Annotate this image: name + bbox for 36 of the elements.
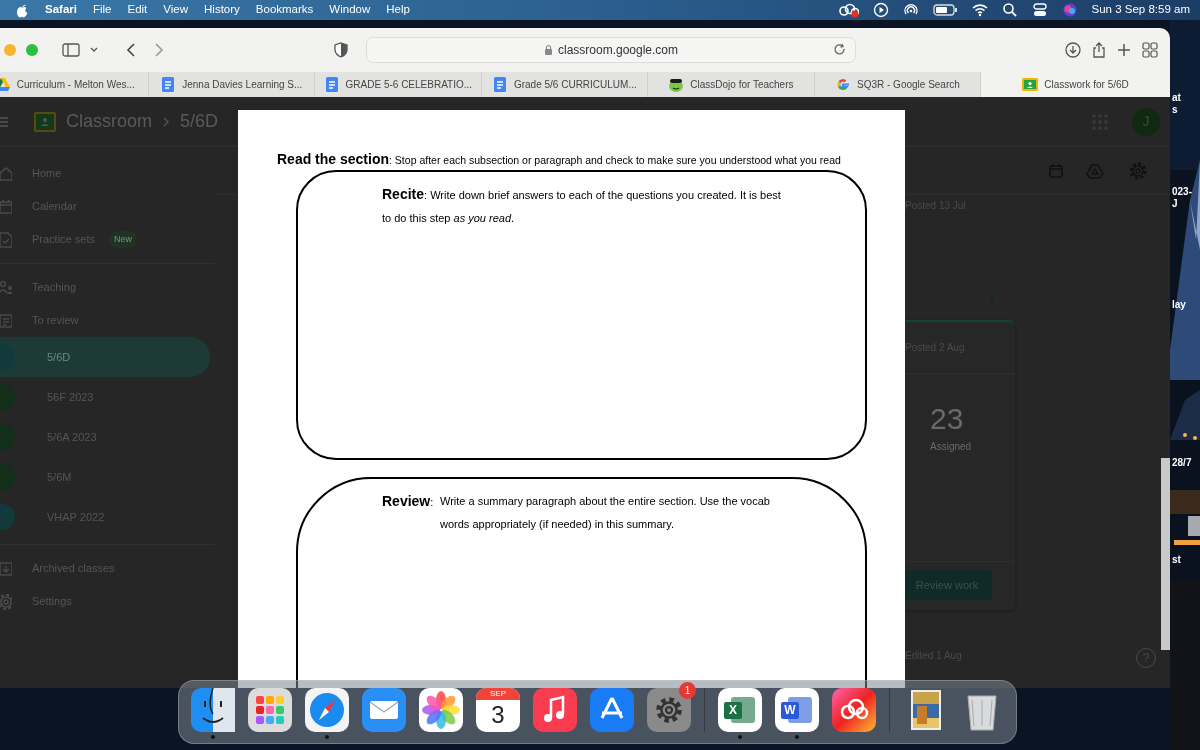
menu-item[interactable]: Edit (127, 1, 148, 19)
assigned-count: 23 (929, 404, 965, 434)
month-label: SEP (476, 688, 520, 700)
desktop-icon-label[interactable]: st (1172, 552, 1181, 567)
address-bar[interactable]: classroom.google.com (366, 37, 856, 63)
browser-tab[interactable]: Classwork for 5/6D (981, 72, 1170, 97)
menu-item[interactable]: View (163, 1, 189, 19)
new-badge: New (108, 230, 137, 249)
word-processor-app-icon[interactable]: W (775, 688, 819, 732)
desktop-icon-label[interactable]: s (1172, 102, 1178, 117)
menu-item[interactable]: Bookmarks (255, 1, 314, 19)
nav-item[interactable]: 5/6D (0, 337, 210, 377)
address-text: classroom.google.com (557, 42, 679, 59)
desktop-icon-label[interactable]: 28/7 (1172, 455, 1192, 470)
desktop-icon-label[interactable]: at (1172, 90, 1181, 105)
section-instruction: Read the section: Stop after each subsection or paragraph and check to make sure you understood what you read (277, 151, 842, 168)
menu-clock[interactable]: Sun 3 Sep 8:59 am (1091, 1, 1190, 19)
app-menu[interactable]: Safari (45, 1, 77, 19)
calendar-app-icon[interactable]: SEP 3 (476, 688, 520, 732)
desktop-icon-label[interactable]: 023- (1172, 184, 1192, 199)
spreadsheet-app-icon[interactable]: X (718, 688, 762, 732)
box-instruction: Write a summary paragraph about the entire section. Use the vocab words appropriately (if needed) in this summary. (440, 494, 771, 532)
box-label: Review: (382, 492, 435, 511)
app-letter: X (724, 702, 742, 719)
day-number: 3 (491, 700, 505, 730)
menu-item[interactable]: Help (386, 1, 410, 19)
desktop-icon-label[interactable]: lay (1172, 297, 1186, 312)
assigned-label: Assigned (929, 440, 973, 454)
desktop-icon-label[interactable]: J (1172, 196, 1178, 211)
menu-item[interactable]: History (204, 1, 240, 19)
answer-box[interactable]: Recite: Write down brief answers to each of the questions you created. It is best to do this step as you read. (296, 170, 867, 460)
menu-item[interactable]: File (92, 1, 112, 19)
nav-label: 5/6D (47, 349, 71, 365)
box-instruction: Recite: Write down brief answers to each of the questions you created. It is best to do this step as you read. (382, 185, 782, 226)
menu-item[interactable]: Window (329, 1, 371, 19)
app-letter: W (781, 702, 799, 719)
